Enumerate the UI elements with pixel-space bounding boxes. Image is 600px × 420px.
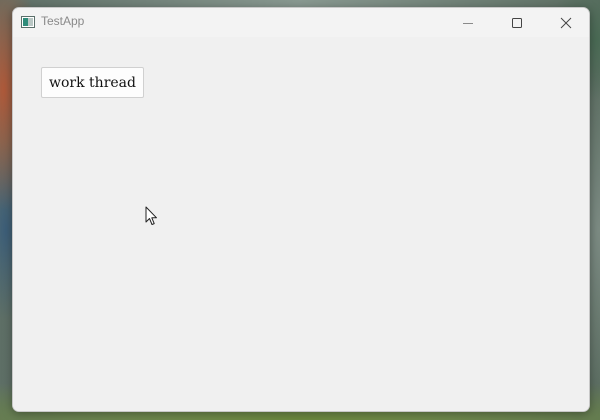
client-area: work thread	[13, 37, 589, 411]
maximize-button[interactable]	[494, 8, 540, 37]
window-title: TestApp	[41, 14, 85, 28]
close-icon	[560, 17, 572, 28]
app-window: TestApp work thread	[12, 7, 590, 412]
minimize-button[interactable]	[445, 8, 491, 37]
mouse-pointer-icon	[145, 206, 157, 225]
maximize-icon	[512, 17, 522, 28]
title-bar[interactable]: TestApp	[13, 8, 589, 37]
close-button[interactable]	[543, 8, 589, 37]
app-window-icon	[21, 16, 35, 28]
work-thread-button[interactable]: work thread	[41, 67, 144, 98]
minimize-icon	[463, 22, 473, 24]
